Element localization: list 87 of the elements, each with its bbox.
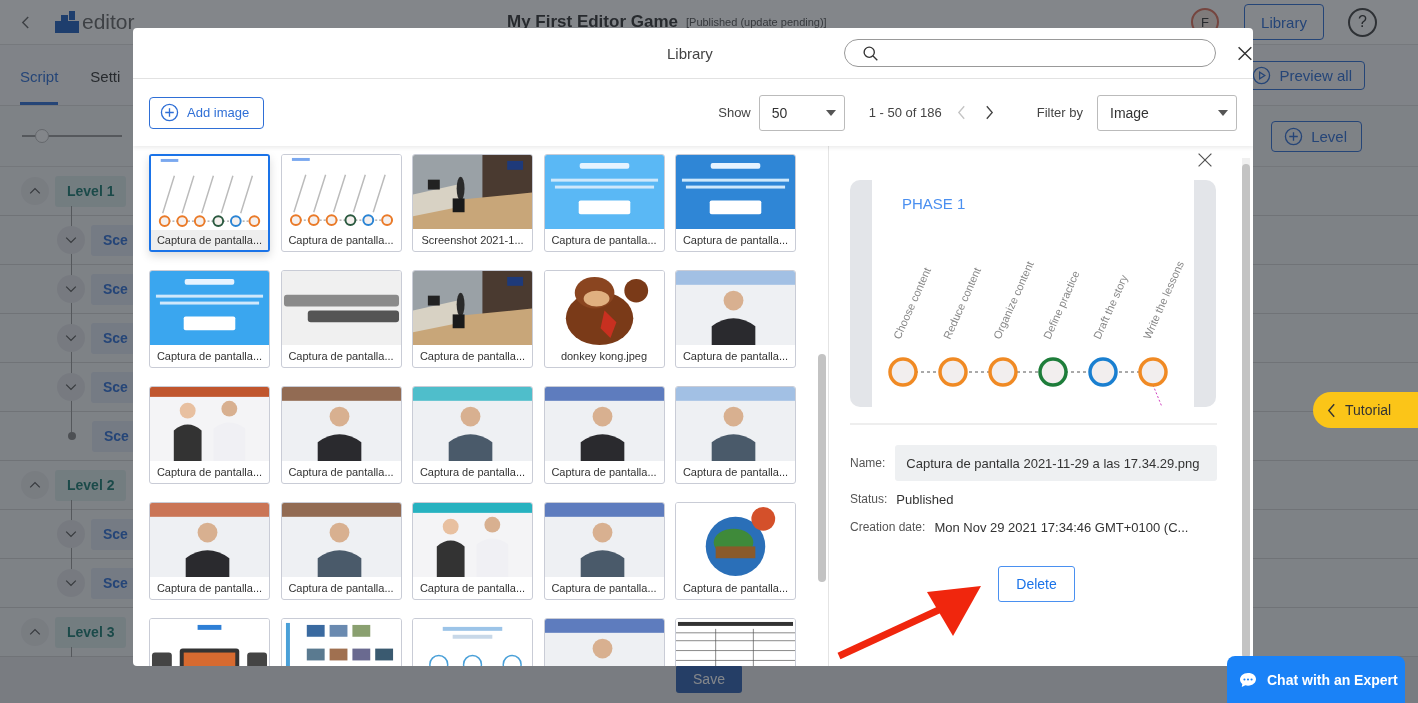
search-icon (861, 44, 879, 62)
help-button[interactable]: ? (1348, 7, 1377, 37)
plus-circle-icon (1284, 126, 1304, 146)
zoom-slider[interactable] (22, 129, 122, 143)
image-card[interactable]: Captura de pantalla... (543, 502, 665, 600)
page-range: 1 - 50 of 186 (868, 105, 942, 120)
show-label: Show (718, 105, 751, 120)
image-card[interactable]: Captura de pantalla... (280, 502, 402, 600)
tab[interactable]: Setti (90, 45, 121, 105)
collapse-toggle[interactable] (21, 618, 49, 646)
filter-select[interactable]: Image (1097, 94, 1237, 131)
image-card[interactable]: Captura de pantalla... (149, 154, 270, 252)
play-circle-icon (1252, 65, 1272, 85)
field-label: Creation date: (850, 520, 926, 534)
image-caption: Captura de pantalla... (287, 581, 395, 596)
image-card[interactable]: Captura de pantalla... (675, 386, 796, 484)
image-caption: Captura de pantalla... (550, 581, 658, 596)
image-card[interactable]: Captura de pantalla... (675, 154, 796, 252)
image-caption: Captura de pantalla... (550, 465, 658, 480)
name-field[interactable]: Captura de pantalla 2021-11-29 a las 17.34.29.png (895, 445, 1217, 481)
back-icon[interactable] (21, 14, 30, 30)
filter-label: Filter by (1036, 105, 1083, 120)
image-card[interactable]: Captura de pantalla... (149, 502, 270, 600)
close-icon[interactable] (1237, 44, 1253, 62)
expand-toggle[interactable] (57, 373, 85, 401)
caret-icon (1218, 109, 1228, 116)
image-card[interactable]: Captura de pantalla... (149, 270, 270, 368)
image-caption: Captura de pantalla... (681, 233, 790, 248)
dialog-title: Library (667, 44, 713, 62)
expand-toggle[interactable] (57, 324, 85, 352)
collapse-toggle[interactable] (21, 471, 49, 499)
add-image-button[interactable]: Add image (149, 96, 265, 129)
field-value: Mon Nov 29 2021 17:34:46 GMT+0100 (C... (934, 519, 1189, 535)
step-label: Draft the story (1090, 272, 1130, 341)
close-icon[interactable] (1197, 152, 1213, 168)
image-card[interactable]: Captura de pantalla... (412, 502, 533, 600)
expand-toggle[interactable] (57, 275, 85, 303)
tutorial-tab[interactable]: Tutorial (1313, 392, 1418, 428)
field-label: Status: (850, 492, 888, 506)
image-card[interactable]: Captura de pantalla... (412, 386, 533, 484)
next-page-icon[interactable] (984, 105, 994, 120)
logo-text: editor (82, 10, 135, 34)
image-caption: Captura de pantalla... (681, 349, 790, 364)
plus-circle-icon (160, 103, 179, 122)
image-caption: Captura de pantalla... (418, 465, 527, 480)
image-card[interactable]: Captura de pantalla... (675, 502, 796, 600)
expand-toggle[interactable] (57, 226, 85, 254)
image-card[interactable]: Captura de pantalla... (149, 386, 270, 484)
image-card[interactable]: Captura de pantalla... (280, 386, 402, 484)
logo-icon (55, 11, 79, 33)
chat-bubble-icon (1239, 671, 1257, 688)
expand-toggle[interactable] (57, 569, 85, 597)
image-caption: Captura de pantalla... (681, 465, 790, 480)
page-size-select[interactable]: 50 (758, 94, 845, 131)
field-label: Name: (850, 456, 886, 470)
image-caption: Captura de pantalla... (418, 581, 527, 596)
scrollbar[interactable] (1242, 164, 1250, 658)
chevron-icon (1327, 402, 1336, 418)
chat-button[interactable]: Chat with an Expert (1227, 656, 1405, 703)
image-card[interactable]: Captura de pantalla... (412, 270, 533, 368)
preview-title: PHASE 1 (902, 195, 966, 212)
image-caption: Captura de pantalla... (151, 230, 268, 250)
image-caption: Captura de pantalla... (418, 349, 527, 364)
image-caption: Captura de pantalla... (155, 465, 264, 480)
image-card[interactable]: Captura de pantalla... (675, 270, 796, 368)
scrollbar[interactable] (818, 354, 826, 582)
image-card[interactable]: Captura de pantalla... (280, 154, 402, 252)
image-caption: donkey kong.jpeg (559, 349, 649, 364)
image-caption: Captura de pantalla... (681, 581, 790, 596)
image-caption: Captura de pantalla... (287, 233, 395, 248)
caret-icon (825, 109, 836, 116)
image-card[interactable]: Captura de pantalla... (543, 154, 665, 252)
image-card[interactable]: Captura de pantalla... (280, 270, 402, 368)
image-caption: Captura de pantalla... (287, 465, 395, 480)
field-value: Published (896, 491, 954, 507)
image-card[interactable]: Captura de pantalla... (543, 386, 665, 484)
image-caption: Captura de pantalla... (550, 233, 658, 248)
image-caption: Captura de pantalla... (155, 581, 264, 596)
expand-toggle[interactable] (57, 520, 85, 548)
image-caption: Captura de pantalla... (287, 349, 395, 364)
image-card[interactable]: Screenshot 2021-1... (412, 154, 533, 252)
image-caption: Screenshot 2021-1... (420, 233, 525, 248)
publish-status: [Published (update pending)] (686, 16, 827, 28)
delete-button[interactable]: Delete (998, 566, 1075, 602)
image-caption: Captura de pantalla... (155, 349, 264, 364)
image-card[interactable]: donkey kong.jpeg (543, 270, 665, 368)
collapse-toggle[interactable] (21, 177, 49, 205)
